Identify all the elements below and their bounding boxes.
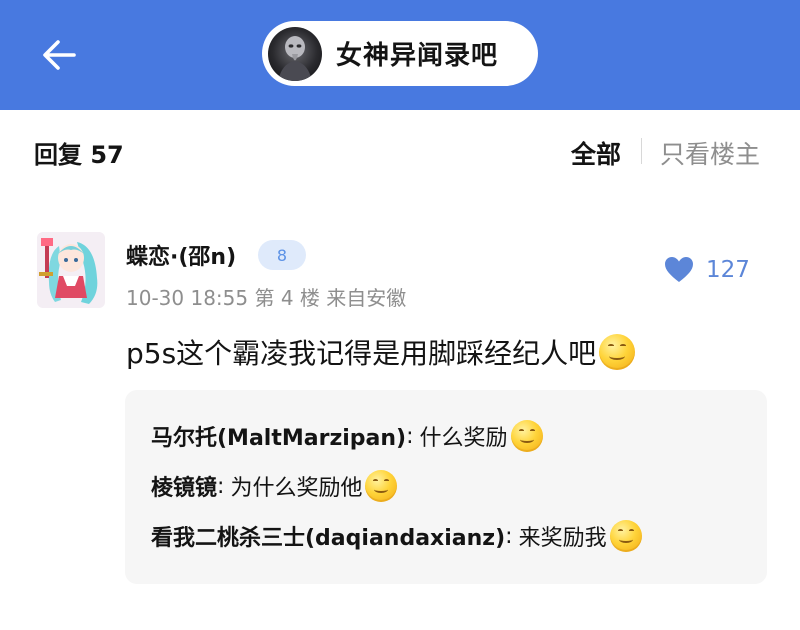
sub-reply-text: 来奖励我 bbox=[518, 526, 607, 551]
filter-divider bbox=[641, 138, 642, 164]
sub-reply-text: 为什么奖励他 bbox=[230, 476, 363, 501]
like-count: 127 bbox=[706, 256, 750, 283]
smile-emoji-icon bbox=[609, 520, 642, 552]
post-text: p5s这个霸凌我记得是用脚踩经纪人吧 bbox=[126, 337, 597, 370]
top-bar: 女神异闻录吧 bbox=[0, 0, 800, 110]
forum-avatar-icon bbox=[268, 26, 322, 81]
sub-reply-colon: : bbox=[505, 523, 513, 549]
filter-op-only-tab[interactable]: 只看楼主 bbox=[660, 135, 760, 171]
reply-count: 回复 57 bbox=[34, 141, 124, 169]
back-button[interactable] bbox=[36, 32, 82, 78]
level-badge: 8 bbox=[258, 240, 306, 270]
post-content: p5s这个霸凌我记得是用脚踩经纪人吧 bbox=[126, 332, 636, 372]
forum-title-pill[interactable]: 女神异闻录吧 bbox=[262, 21, 538, 86]
user-avatar[interactable] bbox=[37, 232, 105, 308]
sub-replies-panel[interactable]: 马尔托(MaltMarzipan) : 什么奖励 棱镜镜 : 为什么奖励他 看我… bbox=[125, 390, 767, 584]
filter-all-tab[interactable]: 全部 bbox=[571, 135, 621, 171]
smile-emoji-icon bbox=[599, 334, 636, 370]
heart-icon bbox=[665, 257, 693, 282]
sub-reply-colon: : bbox=[406, 423, 414, 449]
sub-reply-text: 什么奖励 bbox=[419, 426, 508, 451]
sub-reply-author[interactable]: 棱镜镜 bbox=[151, 470, 217, 502]
sub-reply[interactable]: 马尔托(MaltMarzipan) : 什么奖励 bbox=[151, 420, 543, 452]
post-meta: 10-30 18:55 第 4 楼 来自安徽 bbox=[126, 286, 407, 310]
arrow-left-icon bbox=[43, 40, 76, 70]
sub-reply-author[interactable]: 看我二桃杀三士(daqiandaxianz) bbox=[151, 520, 505, 552]
sub-reply[interactable]: 看我二桃杀三士(daqiandaxianz) : 来奖励我 bbox=[151, 520, 642, 552]
username[interactable]: 蝶恋·(邵n) bbox=[126, 239, 236, 271]
smile-emoji-icon bbox=[510, 420, 543, 452]
like-button[interactable]: 127 bbox=[664, 256, 750, 283]
sub-reply[interactable]: 棱镜镜 : 为什么奖励他 bbox=[151, 470, 398, 502]
forum-name: 女神异闻录吧 bbox=[336, 41, 499, 71]
sub-reply-author[interactable]: 马尔托(MaltMarzipan) bbox=[151, 420, 406, 452]
smile-emoji-icon bbox=[365, 470, 398, 502]
sub-reply-colon: : bbox=[217, 473, 225, 499]
